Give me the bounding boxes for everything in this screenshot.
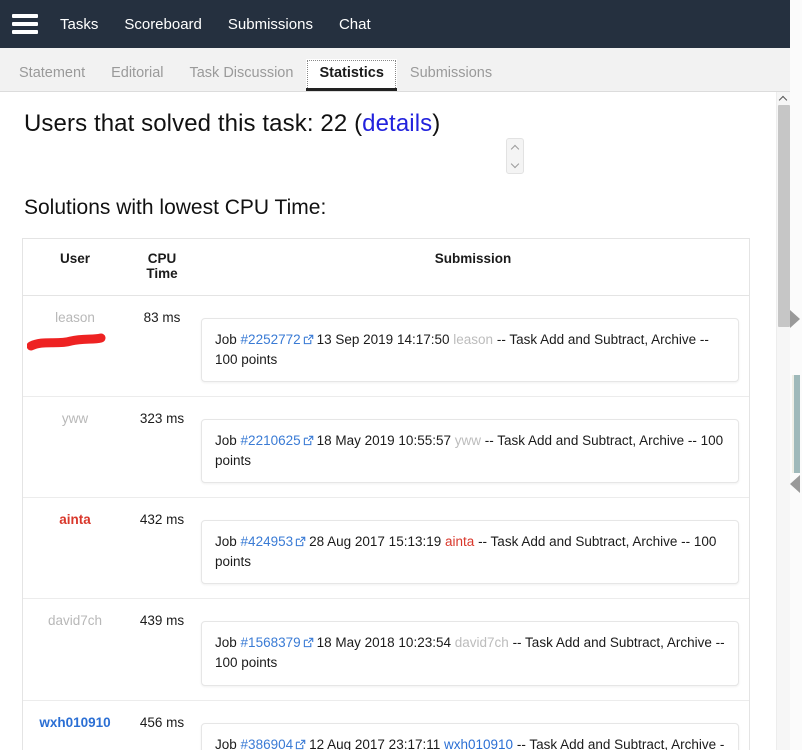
submission-user-link[interactable]: david7ch (455, 635, 509, 650)
user-link[interactable]: yww (62, 411, 88, 426)
paren-close: ) (432, 110, 441, 137)
table-row: leason 83 ms Job #2252772 13 Sep 2019 14:17… (23, 296, 749, 398)
submission-user-link[interactable]: wxh010910 (444, 737, 513, 750)
table-row: ainta 432 ms Job #424953 28 Aug 2017 15:13:… (23, 498, 749, 600)
cpu-header-line2: Time (146, 266, 178, 281)
job-label: Job (215, 534, 237, 550)
cpu-header-line1: CPU (147, 251, 177, 266)
solved-count-heading: Users that solved this task: 22 (details… (24, 110, 754, 138)
job-label: Job (215, 433, 237, 449)
cell-cpu-time: 439 ms (139, 613, 185, 629)
chevron-up-icon[interactable] (511, 145, 520, 151)
submission-datetime: 12 Aug 2017 23:17:11 (309, 736, 441, 750)
content-area: Users that solved this task: 22 (details… (0, 92, 776, 750)
submission-user-link[interactable]: leason (453, 332, 493, 347)
scroll-left-arrow-icon[interactable] (790, 475, 800, 493)
external-link-icon[interactable] (303, 637, 314, 648)
job-id-link[interactable]: #2252772 (241, 332, 301, 347)
user-link[interactable]: wxh010910 (39, 715, 110, 730)
submission-card: Job #1568379 18 May 2018 10:23:54 david7c… (201, 621, 739, 686)
nav-link-scoreboard[interactable]: Scoreboard (124, 16, 202, 33)
outer-browser-scrollbar[interactable] (790, 0, 802, 750)
submission-card: Job #2252772 13 Sep 2019 14:17:50 leason … (201, 318, 739, 383)
section-title: Solutions with lowest CPU Time: (24, 196, 327, 219)
cell-submission: Job #2252772 13 Sep 2019 14:17:50 leason … (197, 308, 749, 383)
red-highlight-annotation (26, 332, 107, 354)
job-id-link[interactable]: #2210625 (241, 433, 301, 448)
submission-card: Job #2210625 18 May 2019 10:55:57 yww -- … (201, 419, 739, 484)
external-link-icon[interactable] (295, 739, 306, 750)
nav-link-chat[interactable]: Chat (339, 16, 371, 33)
inner-scrollbar-thumb[interactable] (778, 105, 790, 327)
hamburger-bar (12, 30, 38, 34)
user-link[interactable]: ainta (59, 512, 91, 527)
paren-open: ( (354, 110, 363, 137)
tab-statistics[interactable]: Statistics (306, 59, 398, 91)
submission-card: Job #386904 12 Aug 2017 23:17:11 wxh01091… (201, 722, 739, 750)
tab-task-discussion[interactable]: Task Discussion (176, 59, 306, 91)
solved-prefix: Users that solved this task: (24, 110, 314, 137)
external-link-icon[interactable] (303, 435, 314, 446)
table-row: wxh010910 456 ms Job #386904 12 Aug 2017 23… (23, 701, 749, 750)
column-header-cpu-time: CPU Time (127, 251, 197, 281)
job-id-link[interactable]: #386904 (241, 737, 294, 750)
hamburger-bar (12, 22, 38, 26)
solved-count: 22 (320, 110, 348, 137)
submission-user-link[interactable]: yww (455, 433, 481, 448)
chevron-down-icon[interactable] (511, 162, 520, 168)
external-link-icon[interactable] (295, 536, 306, 547)
job-id-link[interactable]: #1568379 (241, 635, 301, 650)
table-row: david7ch 439 ms Job #1568379 18 May 2018 10… (23, 599, 749, 701)
job-label: Job (215, 736, 237, 750)
column-header-submission: Submission (434, 251, 512, 266)
cell-submission: Job #2210625 18 May 2019 10:55:57 yww -- … (197, 409, 749, 484)
submission-datetime: 18 May 2018 10:23:54 (316, 635, 451, 651)
job-label: Job (215, 635, 237, 651)
submission-datetime: 13 Sep 2019 14:17:50 (316, 332, 450, 347)
cell-cpu-time: 456 ms (139, 714, 185, 730)
cell-user: wxh010910 (23, 713, 127, 730)
submission-card: Job #424953 28 Aug 2017 15:13:19 ainta --… (201, 520, 739, 585)
table-body: leason 83 ms Job #2252772 13 Sep 2019 14:17… (23, 296, 749, 750)
external-link-icon[interactable] (303, 334, 314, 345)
user-link[interactable]: david7ch (48, 613, 102, 628)
tab-bar: Statement Editorial Task Discussion Stat… (0, 48, 802, 92)
page-root: Tasks Scoreboard Submissions Chat Statem… (0, 0, 802, 750)
hamburger-icon[interactable] (12, 14, 38, 34)
user-link[interactable]: leason (55, 310, 95, 325)
job-label: Job (215, 332, 237, 347)
submission-datetime: 18 May 2019 10:55:57 (316, 433, 451, 449)
cell-submission: Job #1568379 18 May 2018 10:23:54 david7c… (197, 611, 749, 686)
lowest-cpu-table: User CPU Time Submission leason 83 ms Job … (22, 238, 750, 750)
outer-scrollbar-thumb[interactable] (792, 375, 800, 473)
scroll-up-arrow-icon[interactable] (779, 94, 789, 103)
top-navbar: Tasks Scoreboard Submissions Chat (0, 0, 802, 48)
cell-cpu-time: 323 ms (139, 411, 185, 427)
number-stepper[interactable] (506, 138, 524, 174)
cell-user: yww (23, 409, 127, 426)
inner-page-scrollbar[interactable] (776, 92, 790, 750)
cell-cpu-time: 83 ms (143, 310, 181, 325)
tab-submissions[interactable]: Submissions (397, 59, 505, 91)
cell-user: leason (23, 308, 127, 351)
submission-datetime: 28 Aug 2017 15:13:19 (309, 534, 442, 550)
submission-user-link[interactable]: ainta (445, 534, 474, 549)
cell-user: david7ch (23, 611, 127, 628)
tab-editorial[interactable]: Editorial (98, 59, 176, 91)
cell-user: ainta (23, 510, 127, 527)
hamburger-bar (12, 14, 38, 18)
cell-cpu-time: 432 ms (139, 512, 185, 528)
details-link[interactable]: details (362, 110, 432, 137)
job-id-link[interactable]: #424953 (241, 534, 294, 549)
tab-statement[interactable]: Statement (6, 59, 98, 91)
table-header-row: User CPU Time Submission (23, 239, 749, 296)
cell-submission: Job #424953 28 Aug 2017 15:13:19 ainta --… (197, 510, 749, 585)
nav-link-submissions[interactable]: Submissions (228, 16, 313, 33)
table-row: yww 323 ms Job #2210625 18 May 2019 10:55:5… (23, 397, 749, 499)
column-header-user: User (59, 251, 91, 266)
cell-submission: Job #386904 12 Aug 2017 23:17:11 wxh01091… (197, 713, 749, 750)
scroll-right-arrow-icon[interactable] (790, 310, 800, 328)
nav-link-tasks[interactable]: Tasks (60, 16, 98, 33)
